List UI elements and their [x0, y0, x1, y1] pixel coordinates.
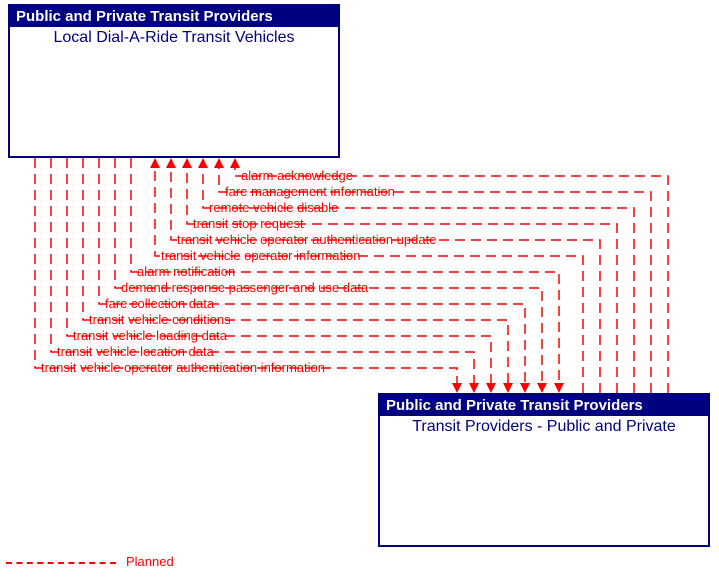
flow-label: remote vehicle disable — [209, 200, 338, 215]
box-providers: Public and Private Transit Providers Tra… — [378, 393, 710, 547]
box-providers-title: Transit Providers - Public and Private — [380, 416, 708, 438]
flow-label: fare collection data — [105, 296, 214, 311]
legend-line-planned — [6, 562, 116, 564]
flow-label: alarm acknowledge — [241, 168, 353, 183]
box-vehicles-header: Public and Private Transit Providers — [10, 6, 338, 27]
flow-label: transit vehicle operator authentication … — [177, 232, 436, 247]
flow-label: fare management information — [225, 184, 395, 199]
legend-label-planned: Planned — [126, 554, 174, 569]
flow-label: transit vehicle operator information — [161, 248, 360, 263]
box-providers-header: Public and Private Transit Providers — [380, 395, 708, 416]
box-vehicles: Public and Private Transit Providers Loc… — [8, 4, 340, 158]
flow-label: transit vehicle location data — [57, 344, 214, 359]
flow-label: transit vehicle conditions — [89, 312, 231, 327]
flow-label: transit stop request — [193, 216, 304, 231]
flow-label: transit vehicle loading data — [73, 328, 227, 343]
flow-label: demand response passenger and use data — [121, 280, 368, 295]
flow-label: alarm notification — [137, 264, 235, 279]
box-vehicles-title: Local Dial-A-Ride Transit Vehicles — [10, 27, 338, 49]
flow-label: transit vehicle operator authentication … — [41, 360, 325, 375]
